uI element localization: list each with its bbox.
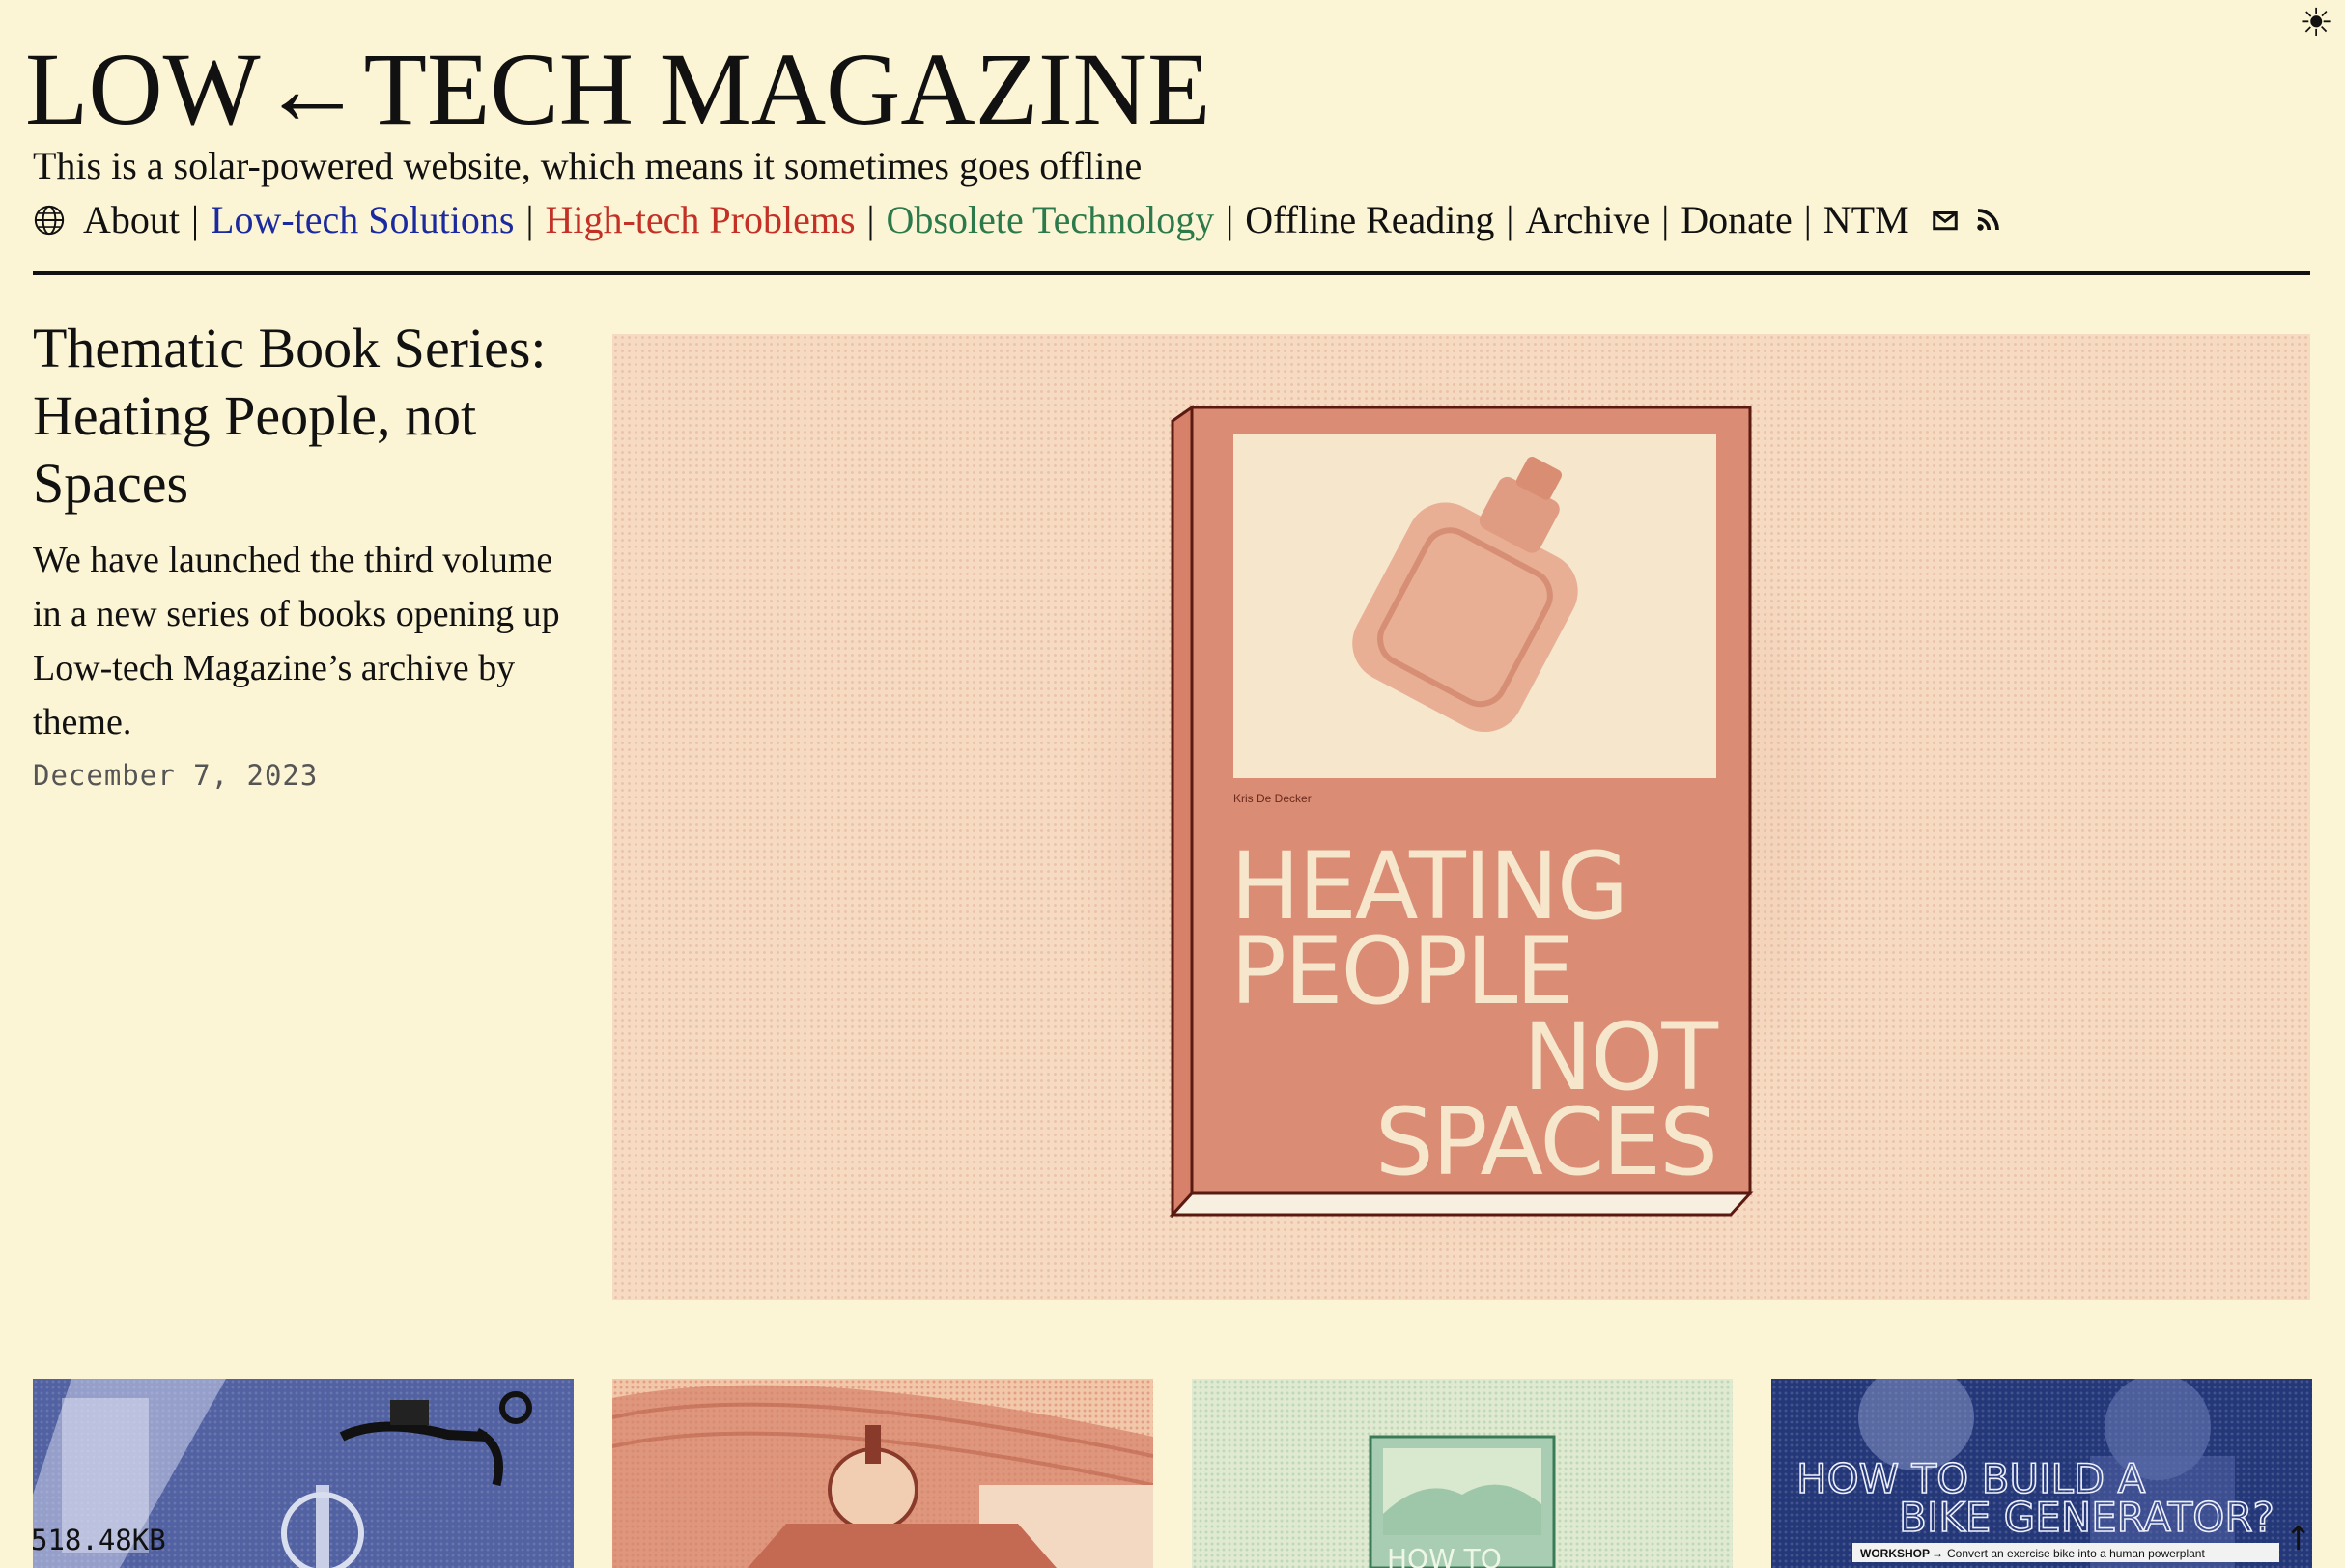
book-title-line-2: PEOPLE — [1230, 917, 1572, 1025]
nav-separator: | — [1506, 198, 1514, 241]
nav-separator: | — [866, 198, 875, 241]
mail-icon[interactable] — [1931, 206, 1960, 235]
nav-ntm[interactable]: NTM — [1823, 201, 1909, 239]
tagline: This is a solar-powered website, which m… — [33, 144, 1143, 187]
car-with-wood-gas-generator-photo — [612, 1385, 1153, 1568]
page: ☀ LOW←TECH MAGAZINE This is a solar-powe… — [0, 0, 2345, 1568]
featured-article-title[interactable]: Thematic Book Series: Heating People, no… — [33, 315, 583, 518]
book-cover-green: HOW TO — [1369, 1435, 1556, 1568]
site-title[interactable]: LOW←TECH MAGAZINE — [25, 39, 1210, 142]
poster-arrow: → — [1932, 1547, 1943, 1560]
rss-icon[interactable] — [1973, 206, 2002, 235]
nav-archive[interactable]: Archive — [1525, 201, 1650, 239]
header-divider — [33, 271, 2310, 275]
page-size-indicator: 518.48KB — [31, 1524, 166, 1556]
book-author: Kris De Decker — [1233, 792, 1312, 805]
nav-separator: | — [525, 198, 534, 241]
nav-separator: | — [1226, 198, 1234, 241]
nav-separator: | — [1803, 198, 1812, 241]
nav-obsolete-technology[interactable]: Obsolete Technology — [887, 201, 1215, 239]
nav-separator: | — [191, 198, 200, 241]
article-thumbnail-book[interactable]: HOW TO — [1192, 1379, 1733, 1568]
poster-heading-line-2: BIKE GENERATOR? — [1899, 1494, 2274, 1541]
bike-generator-workshop-poster: HOW TO BUILD A BIKE GENERATOR? WORKSHOP … — [1795, 1379, 2279, 1568]
book-title-how-to: HOW TO — [1387, 1543, 1502, 1568]
nav-donate[interactable]: Donate — [1681, 201, 1793, 239]
theme-toggle-sun-icon[interactable]: ☀ — [2299, 4, 2333, 42]
featured-article-date: December 7, 2023 — [33, 759, 319, 792]
article-thumbnail-car[interactable] — [612, 1379, 1153, 1568]
featured-article-image[interactable]: Kris De Decker HEATING PEOPLE NOT SPACES — [612, 334, 2310, 1300]
nav-separator: | — [1661, 198, 1670, 241]
book-title-line-4: SPACES — [1375, 1088, 1716, 1196]
globe-icon[interactable] — [33, 204, 66, 237]
main-nav: About | Low-tech Solutions | High-tech P… — [33, 201, 2002, 239]
featured-article-summary: We have launched the third volume in a n… — [33, 540, 560, 742]
nav-offline-reading[interactable]: Offline Reading — [1245, 201, 1494, 239]
nav-low-tech-solutions[interactable]: Low-tech Solutions — [211, 201, 514, 239]
book-cover-illustration: Kris De Decker HEATING PEOPLE NOT SPACES — [1057, 363, 1868, 1271]
nav-high-tech-problems[interactable]: High-tech Problems — [545, 201, 855, 239]
article-thumbnail-bike-generator[interactable]: HOW TO BUILD A BIKE GENERATOR? WORKSHOP … — [1771, 1379, 2312, 1568]
back-to-top-arrow-icon[interactable]: ↑ — [2285, 1520, 2313, 1558]
poster-workshop-label: WORKSHOP — [1860, 1547, 1930, 1560]
nav-about[interactable]: About — [83, 201, 180, 239]
poster-caption: Convert an exercise bike into a human po… — [1947, 1547, 2205, 1560]
